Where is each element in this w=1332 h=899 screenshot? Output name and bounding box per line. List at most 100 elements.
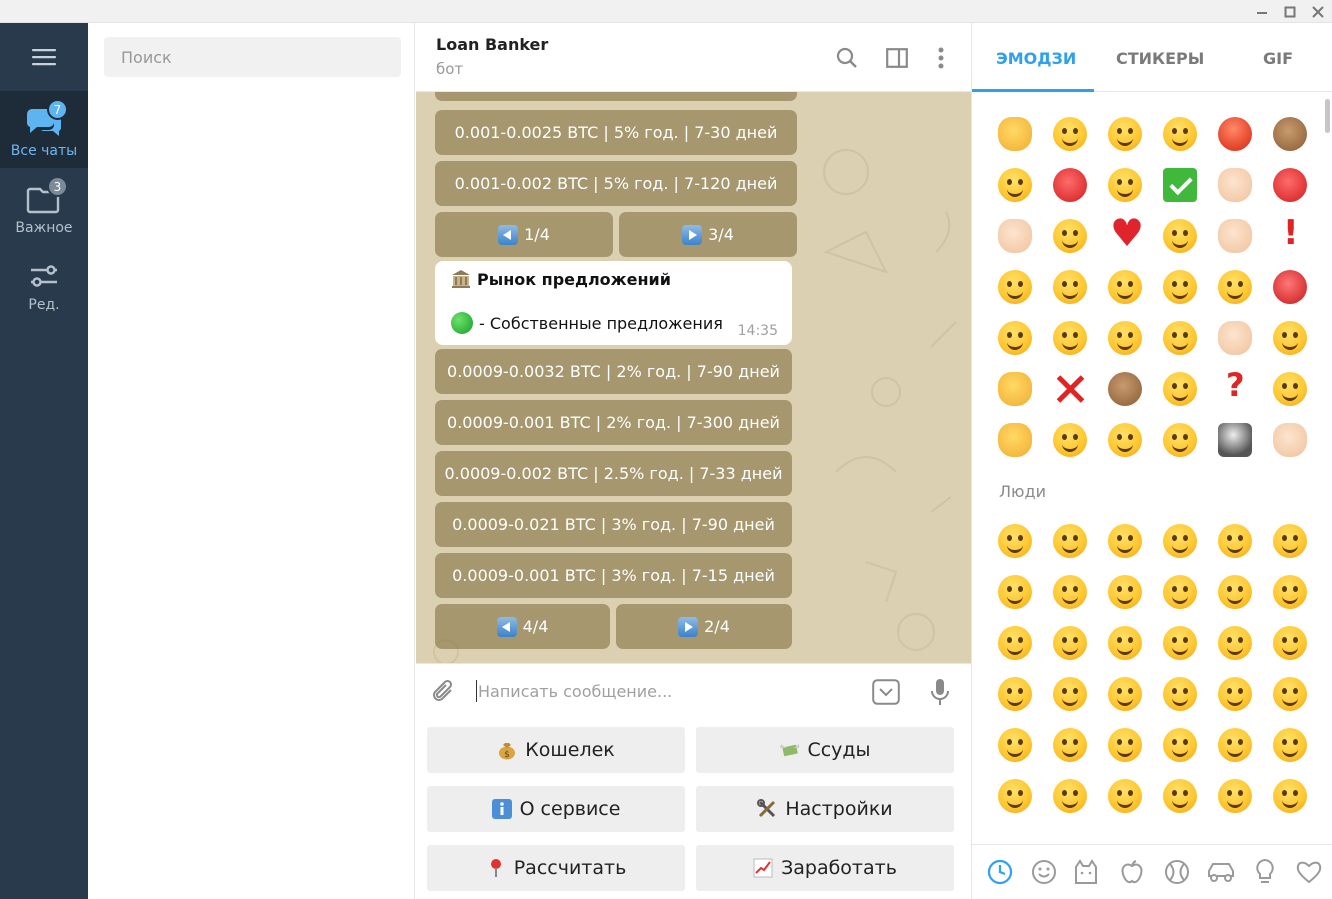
emoji[interactable]: [1108, 626, 1142, 660]
emoji[interactable]: [1053, 575, 1087, 609]
grinning-emoji[interactable]: [998, 321, 1032, 355]
emoji[interactable]: [1218, 524, 1252, 558]
tab-stickers[interactable]: СТИКЕРЫ: [1116, 49, 1204, 68]
message-area[interactable]: 0.001-0.0025 BTC | 5% год. | 7-30 дней 0…: [416, 92, 971, 663]
category-objects[interactable]: [1251, 858, 1279, 886]
folder-important[interactable]: 3 Важное: [0, 168, 88, 245]
emoji[interactable]: [998, 575, 1032, 609]
emoji[interactable]: [1053, 728, 1087, 762]
sidebar-toggle-button[interactable]: [882, 43, 912, 73]
emoji[interactable]: [1108, 524, 1142, 558]
close-window-button[interactable]: [1304, 0, 1332, 23]
settings-button[interactable]: Настройки: [696, 786, 954, 832]
emoji[interactable]: [1218, 626, 1252, 660]
inline-offer-button[interactable]: 0.0009-0.002 BTC | 2.5% год. | 7-33 дней: [435, 451, 792, 496]
search-input[interactable]: Поиск: [104, 37, 401, 77]
handshake-emoji[interactable]: [998, 372, 1032, 406]
technologist-emoji[interactable]: [1218, 423, 1252, 457]
unamused-emoji[interactable]: [1108, 321, 1142, 355]
point-up-emoji[interactable]: [1218, 321, 1252, 355]
tab-gif[interactable]: GIF: [1263, 49, 1293, 68]
cross-mark-emoji[interactable]: [1053, 372, 1087, 406]
emoji[interactable]: [1273, 779, 1307, 813]
rolling-eyes-emoji[interactable]: [1053, 270, 1087, 304]
emoji[interactable]: [998, 779, 1032, 813]
hibiscus-emoji[interactable]: [1053, 168, 1087, 202]
emoji[interactable]: [998, 728, 1032, 762]
question-emoji[interactable]: [1218, 366, 1252, 406]
exclamation-emoji[interactable]: [1273, 213, 1307, 253]
emoji[interactable]: [1163, 677, 1197, 711]
tab-emoji[interactable]: ЭМОДЗИ: [996, 49, 1076, 68]
emoji[interactable]: [1273, 524, 1307, 558]
grinning-2-emoji[interactable]: [1163, 423, 1197, 457]
category-recent[interactable]: [986, 858, 1014, 886]
calculate-button[interactable]: Рассчитать: [427, 845, 685, 891]
emoji[interactable]: [1053, 626, 1087, 660]
emoji[interactable]: [998, 524, 1032, 558]
folder-edit[interactable]: Ред.: [0, 245, 88, 322]
bot-keyboard-button[interactable]: [870, 676, 902, 708]
emoji[interactable]: [1108, 677, 1142, 711]
inline-offer-button[interactable]: 0.0009-0.001 BTC | 3% год. | 7-15 дней: [435, 553, 792, 598]
category-smileys[interactable]: [1030, 858, 1058, 886]
emoji[interactable]: [1163, 728, 1197, 762]
emoji[interactable]: [1273, 677, 1307, 711]
ok-hand-yellow-emoji[interactable]: [998, 423, 1032, 457]
folder-all-chats[interactable]: 7 Все чаты: [0, 91, 88, 168]
relaxed-emoji[interactable]: [1218, 270, 1252, 304]
emoji[interactable]: [998, 677, 1032, 711]
drooling-emoji[interactable]: [1273, 372, 1307, 406]
heart-eyes-emoji[interactable]: [1053, 219, 1087, 253]
attach-button[interactable]: [428, 676, 460, 708]
emoji-scrollbar[interactable]: [1325, 99, 1330, 133]
chat-title[interactable]: Loan Banker: [436, 35, 548, 54]
inline-offer-button[interactable]: 0.001-0.0025 BTC | 5% год. | 7-30 дней: [435, 110, 797, 155]
emoji[interactable]: [1163, 524, 1197, 558]
monkey-face-emoji[interactable]: [1108, 372, 1142, 406]
page-prev-button[interactable]: 1/4: [435, 212, 613, 257]
accept-ideograph-emoji[interactable]: [1273, 270, 1307, 304]
inline-offer-button[interactable]: [435, 92, 797, 101]
minimize-button[interactable]: [1248, 0, 1276, 23]
emoji[interactable]: [1273, 626, 1307, 660]
ok-hand-emoji[interactable]: [1218, 168, 1252, 202]
emoji[interactable]: [1218, 728, 1252, 762]
kissing-heart-emoji[interactable]: [1163, 219, 1197, 253]
zany-emoji[interactable]: [1053, 321, 1087, 355]
emoji[interactable]: [1053, 779, 1087, 813]
emoji[interactable]: [1108, 779, 1142, 813]
emoji[interactable]: [1108, 728, 1142, 762]
point-right-emoji[interactable]: [1218, 219, 1252, 253]
index-up-emoji[interactable]: [1273, 423, 1307, 457]
main-menu-button[interactable]: [0, 23, 88, 90]
kiss-mark-emoji[interactable]: [1273, 168, 1307, 202]
earn-button[interactable]: Заработать: [696, 845, 954, 891]
pray-emoji[interactable]: [998, 219, 1032, 253]
category-activity[interactable]: [1163, 858, 1191, 886]
emoji[interactable]: [1108, 575, 1142, 609]
wallet-button[interactable]: $ Кошелек: [427, 727, 685, 773]
emoji[interactable]: [1273, 575, 1307, 609]
category-travel[interactable]: [1206, 858, 1234, 886]
emoji[interactable]: [1273, 728, 1307, 762]
emoji[interactable]: [1163, 626, 1197, 660]
page-next-button[interactable]: 3/4: [619, 212, 797, 257]
more-menu-button[interactable]: [926, 43, 956, 73]
search-button[interactable]: [832, 43, 862, 73]
sob-emoji[interactable]: [1053, 423, 1087, 457]
inline-offer-button[interactable]: 0.0009-0.001 BTC | 2% год. | 7-300 дней: [435, 400, 792, 445]
thinking-emoji[interactable]: [1163, 270, 1197, 304]
angry-emoji[interactable]: [1218, 117, 1252, 151]
page-prev-button[interactable]: 4/4: [435, 604, 610, 649]
scream-emoji[interactable]: [1108, 168, 1142, 202]
see-no-evil-emoji[interactable]: [1273, 117, 1307, 151]
emoji[interactable]: [1053, 524, 1087, 558]
emoji[interactable]: [1053, 677, 1087, 711]
red-heart-emoji[interactable]: [1108, 211, 1144, 255]
smile-emoji[interactable]: [1163, 117, 1197, 151]
category-animals[interactable]: [1072, 858, 1100, 886]
emoji[interactable]: [1163, 575, 1197, 609]
inline-offer-button[interactable]: 0.001-0.002 BTC | 5% год. | 7-120 дней: [435, 161, 797, 206]
category-food[interactable]: [1118, 858, 1146, 886]
